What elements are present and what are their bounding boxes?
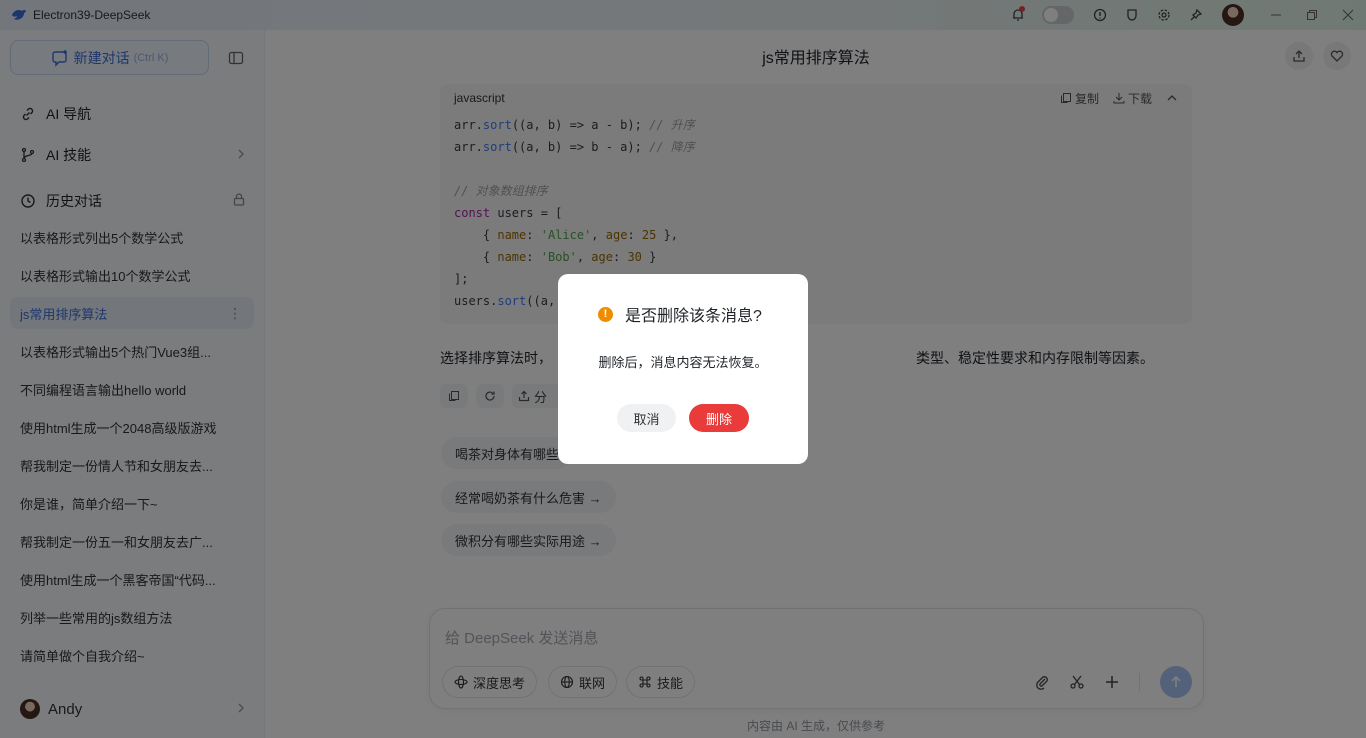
dialog-message: 删除后，消息内容无法恢复。 (598, 355, 768, 370)
warning-icon: ! (598, 306, 613, 322)
delete-button[interactable]: 删除 (689, 404, 749, 432)
delete-confirm-dialog: ! 是否删除该条消息? 删除后，消息内容无法恢复。 取消 删除 (558, 274, 808, 464)
cancel-button[interactable]: 取消 (617, 404, 676, 432)
dialog-title: 是否删除该条消息? (625, 308, 762, 325)
